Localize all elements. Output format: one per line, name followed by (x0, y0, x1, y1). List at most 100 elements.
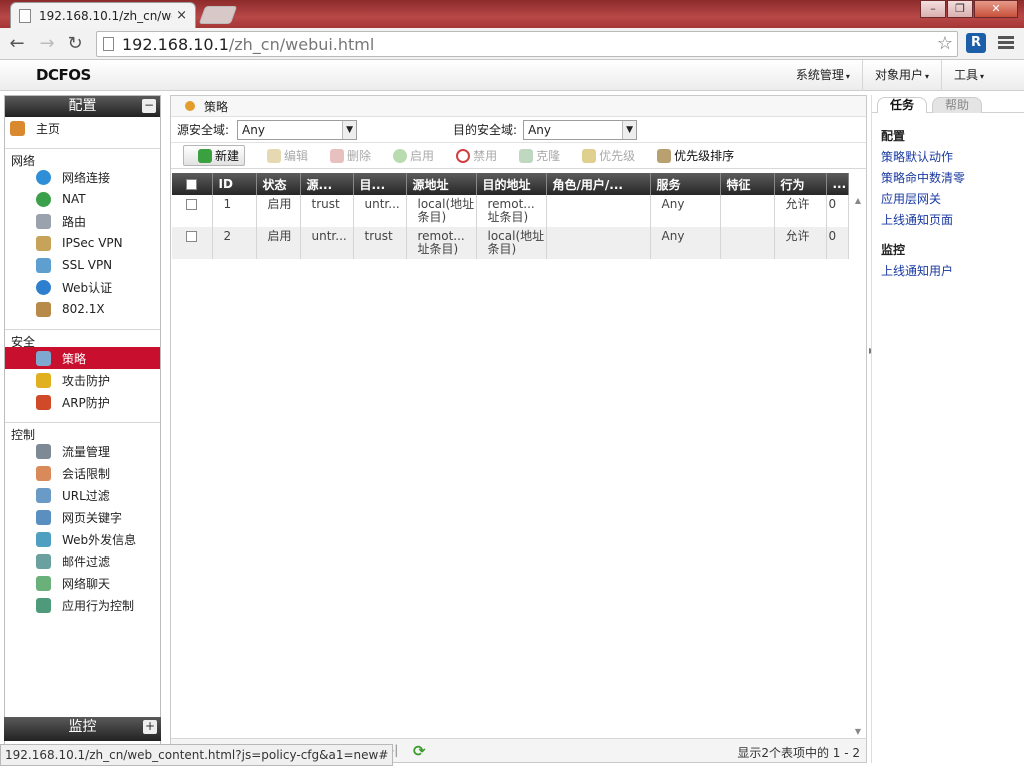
mail-filter-icon (36, 553, 51, 569)
sidebar-item-attack-defense[interactable]: 攻击防护 (5, 369, 160, 391)
col-id[interactable]: ID (212, 173, 257, 195)
breadcrumb-dot-icon (185, 101, 195, 111)
col-action[interactable]: 行为 (774, 173, 827, 195)
maximize-button[interactable]: ❐ (947, 0, 973, 18)
reload-icon[interactable]: ↻ (64, 34, 86, 54)
delete-button[interactable]: 删除 (330, 147, 371, 164)
sidebar-item-im[interactable]: 网络聊天 (5, 572, 160, 594)
forward-icon[interactable]: → (36, 34, 58, 54)
col-service[interactable]: 服务 (650, 173, 721, 195)
sidebar-item-nat[interactable]: NAT (5, 188, 160, 210)
expand-icon[interactable]: + (143, 720, 157, 734)
home-icon (10, 120, 25, 136)
col-dst-zone[interactable]: 目... (353, 173, 407, 195)
sidebar-item-web-outbound[interactable]: Web外发信息 (5, 528, 160, 550)
keyword-icon (36, 509, 51, 525)
right-panel: 任务 帮助 配置 策略默认动作 策略命中数清零 应用层网关 上线通知页面 监控 … (871, 95, 1024, 763)
col-src-addr[interactable]: 源地址 (406, 173, 477, 195)
right-tabs: 任务 帮助 (872, 95, 1024, 113)
sidebar-item-app-control[interactable]: 应用行为控制 (5, 594, 160, 616)
config-section-title: 配置 (881, 129, 906, 143)
link-online-notice-users[interactable]: 上线通知用户 (872, 261, 1024, 282)
sidebar-item-url-filter[interactable]: URL过滤 (5, 484, 160, 506)
new-tab-button[interactable] (198, 6, 238, 24)
bookmark-star-icon[interactable]: ☆ (937, 33, 953, 54)
table-scrollbar[interactable]: ▲ ▼ (851, 196, 865, 736)
sidebar-item-session-limit[interactable]: 会话限制 (5, 462, 160, 484)
extension-icon[interactable]: R (966, 33, 986, 53)
sidebar-item-ssl-vpn[interactable]: SSL VPN (5, 254, 160, 276)
address-bar[interactable]: 192.168.10.1 /zh_cn/webui.html ☆ (96, 31, 958, 57)
minimize-button[interactable]: – (920, 0, 946, 18)
edit-icon (267, 148, 282, 163)
back-icon[interactable]: ← (6, 34, 28, 54)
tab-tasks[interactable]: 任务 (877, 97, 928, 113)
row-checkbox[interactable] (172, 195, 213, 227)
sidebar-item-8021x[interactable]: 802.1X (5, 298, 160, 320)
vpn-icon (36, 235, 51, 251)
menu-system[interactable]: 系统管理 ▾ (784, 60, 862, 91)
select-all-checkbox[interactable] (172, 173, 213, 195)
dst-zone-label: 目的安全域: (453, 123, 518, 137)
sidebar-item-arp-defense[interactable]: ARP防护 (5, 391, 160, 413)
link-default-action[interactable]: 策略默认动作 (872, 147, 1024, 168)
scroll-up-icon[interactable]: ▲ (851, 196, 865, 205)
page-icon (19, 8, 31, 23)
pager-summary: 显示2个表项中的 1 - 2 (737, 746, 860, 760)
table-row[interactable]: 1 启用 trust untr... local(地址条目) remot...址… (172, 195, 849, 227)
sidebar-item-web-auth[interactable]: Web认证 (5, 276, 160, 298)
col-src-zone[interactable]: 源... (300, 173, 354, 195)
collapse-icon[interactable]: − (142, 99, 156, 113)
sidebar-item-mail-filter[interactable]: 邮件过滤 (5, 550, 160, 572)
policy-table: ID 状态 源... 目... 源地址 目的地址 角色/用户/... 服务 特征… (172, 173, 849, 259)
close-window-button[interactable]: ✕ (974, 0, 1018, 18)
sidebar-item-network-connection[interactable]: 网络连接 (5, 166, 160, 188)
sidebar-item-home[interactable]: 主页 (5, 117, 160, 139)
browser-tab[interactable]: 192.168.10.1/zh_cn/web × (10, 2, 196, 28)
tab-help[interactable]: 帮助 (932, 97, 983, 113)
dst-zone-select[interactable]: Any ▼ (523, 119, 638, 140)
col-more[interactable]: ... (826, 173, 849, 195)
link-alg[interactable]: 应用层网关 (872, 189, 1024, 210)
clone-button[interactable]: 克隆 (519, 147, 560, 164)
disable-button[interactable]: 禁用 (456, 147, 497, 164)
action-toolbar: 新建 编辑 删除 启用 禁用 克隆 优先级 优先级排序 (171, 143, 866, 169)
src-zone-label: 源安全域: (177, 123, 230, 137)
col-dst-addr[interactable]: 目的地址 (476, 173, 547, 195)
sidebar-item-policy[interactable]: 策略 (5, 347, 160, 369)
col-status[interactable]: 状态 (256, 173, 301, 195)
new-button[interactable]: 新建 (183, 145, 246, 166)
monitor-panel-title: 监控 (68, 719, 97, 735)
clone-icon (519, 148, 534, 163)
priority-button[interactable]: 优先级 (582, 147, 635, 164)
sidebar-title: 配置 (68, 98, 97, 114)
web-outbound-icon (36, 531, 51, 547)
sidebar-item-ipsec-vpn[interactable]: IPSec VPN (5, 232, 160, 254)
edit-button[interactable]: 编辑 (267, 147, 308, 164)
menu-objects-users[interactable]: 对象用户 ▾ (861, 60, 941, 91)
col-feature[interactable]: 特征 (720, 173, 775, 195)
link-clear-hit-count[interactable]: 策略命中数清零 (872, 168, 1024, 189)
priority-sort-button[interactable]: 优先级排序 (657, 147, 734, 164)
enable-button[interactable]: 启用 (393, 147, 434, 164)
col-role-user[interactable]: 角色/用户/... (546, 173, 651, 195)
sidebar-item-web-keyword[interactable]: 网页关键字 (5, 506, 160, 528)
sidebar-item-traffic-mgmt[interactable]: 流量管理 (5, 440, 160, 462)
src-zone-select[interactable]: Any ▼ (237, 119, 358, 140)
app-control-icon (36, 597, 51, 613)
disable-icon (456, 148, 471, 163)
table-row[interactable]: 2 启用 untr... trust remot...址条目) local(地址… (172, 227, 849, 259)
sidebar-item-routing[interactable]: 路由 (5, 210, 160, 232)
browser-menu-icon[interactable] (998, 34, 1014, 52)
row-checkbox[interactable] (172, 227, 213, 259)
top-menu: 系统管理 ▾ 对象用户 ▾ 工具 ▾ (784, 60, 996, 91)
arp-icon (36, 394, 51, 410)
link-online-notice-page[interactable]: 上线通知页面 (872, 210, 1024, 231)
tab-close-icon[interactable]: × (176, 8, 187, 23)
monitor-panel-header[interactable]: 监控 + (4, 717, 161, 741)
main-panel: 策略 源安全域: Any ▼ 目的安全域: Any ▼ 新建 编辑 删除 启用 禁用… (170, 95, 867, 763)
scroll-down-icon[interactable]: ▼ (851, 727, 865, 736)
delete-icon (330, 148, 345, 163)
refresh-icon[interactable]: ⟳ (413, 742, 429, 760)
menu-tools[interactable]: 工具 ▾ (940, 60, 996, 91)
